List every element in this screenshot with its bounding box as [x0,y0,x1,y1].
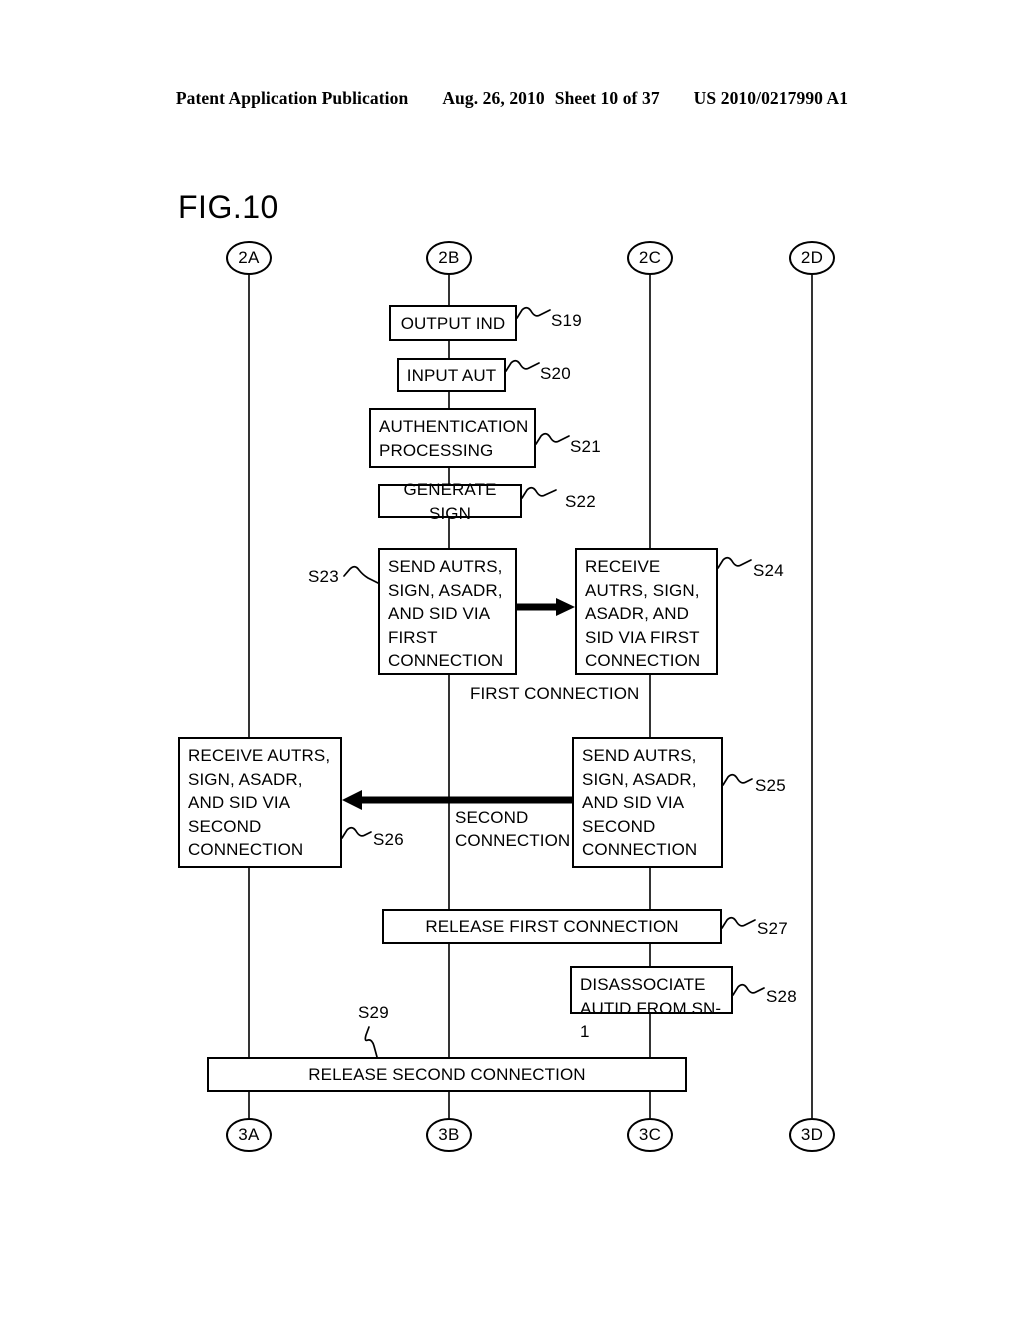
step-label-s24: S24 [753,561,784,580]
leader-s21 [535,432,570,445]
process-box-s26-line-4: SECOND [188,816,262,836]
process-box-s24-line-1: RECEIVE [585,557,661,576]
node-3a: 3A [226,1118,272,1152]
step-label-s23: S23 [308,567,339,586]
step-label-s25: S25 [755,776,786,795]
node-3c-label: 3C [638,1125,662,1144]
leader-s25 [722,773,753,786]
process-box-s22-text: GENERATE SIGN [403,480,497,523]
leader-s22 [521,486,557,499]
process-box-s26-line-3: AND SID VIA [188,793,291,812]
leader-s26 [341,826,372,839]
node-2c-label: 2C [638,248,662,267]
process-box-s26-line-5: CONNECTION [188,840,304,859]
process-box-s21: AUTHENTICATION PROCESSING [369,408,536,468]
process-box-s23: SEND AUTRS, SIGN, ASADR, AND SID VIA FIR… [378,548,517,675]
step-label-s19: S19 [551,311,582,330]
process-box-s27-text: RELEASE FIRST CONNECTION [425,917,679,937]
process-box-s23-line-2: SIGN, ASADR, [388,580,503,600]
leader-s27 [721,916,756,929]
arrow-first-connection [517,598,575,616]
process-box-s25-line-5: CONNECTION [582,840,698,859]
leader-s23 [343,565,379,584]
process-box-s29-text: RELEASE SECOND CONNECTION [308,1065,586,1085]
node-2d-label: 2D [800,248,824,267]
process-box-s24-line-4: SID VIA FIRST [585,627,700,647]
process-box-s19: OUTPUT IND [389,305,517,341]
step-label-s20: S20 [540,364,571,383]
step-label-s28: S28 [766,987,797,1006]
caption-first-connection: FIRST CONNECTION [470,684,640,703]
step-label-s22: S22 [565,492,596,511]
node-2a-label: 2A [238,248,260,267]
process-box-s28: DISASSOCIATE AUTID FROM SN-1 [570,966,733,1041]
leader-s19 [516,306,551,319]
process-box-s25: SEND AUTRS, SIGN, ASADR, AND SID VIA SEC… [572,737,723,868]
figure-title: FIG.10 [178,189,279,225]
process-box-s28-line-1: DISASSOCIATE [580,975,706,994]
node-2d: 2D [789,241,835,275]
node-3a-label: 3A [238,1125,260,1144]
process-box-s25-line-4: SECOND [582,816,656,836]
process-box-s25-line-2: SIGN, ASADR, [582,769,697,789]
node-3d-label: 3D [800,1125,824,1144]
step-label-s29: S29 [358,1003,389,1022]
node-3b-label: 3B [438,1125,460,1144]
process-box-s25-line-3: AND SID VIA [582,793,685,812]
leader-s28 [732,983,765,996]
step-label-s27: S27 [757,919,788,938]
figure-10-diagram: FIG.10 2A 2B 2C 2D 3A 3B 3C 3D OUTPUT IN… [0,0,1024,1320]
process-box-s23-line-3: AND SID VIA [388,604,491,623]
process-box-s24-line-5: CONNECTION [585,651,701,670]
process-box-s24: RECEIVE AUTRS, SIGN, ASADR, AND SID VIA … [575,548,718,675]
process-box-s19-text: OUTPUT IND [400,313,506,333]
process-box-s28-line-2: AUTID FROM SN-1 [580,998,722,1042]
node-2a: 2A [226,241,272,275]
process-box-s22: GENERATE SIGN [378,480,522,523]
node-2b: 2B [426,241,472,275]
process-box-s24-line-3: ASADR, AND [585,604,689,623]
process-box-s24-line-2: AUTRS, SIGN, [585,580,700,600]
process-box-s20-text: INPUT AUT [406,365,497,385]
process-box-s26-line-1: RECEIVE AUTRS, [188,746,331,765]
caption-second-connection-line-2: CONNECTION [455,831,571,850]
step-label-s21: S21 [570,437,601,456]
process-box-s23-line-5: CONNECTION [388,651,504,670]
leader-s24 [717,556,752,569]
caption-second-connection-line-1: SECOND [455,808,529,827]
process-box-s25-line-1: SEND AUTRS, [582,746,697,765]
process-box-s23-line-1: SEND AUTRS, [388,557,503,576]
node-3c: 3C [627,1118,673,1152]
node-3b: 3B [426,1118,472,1152]
leader-s20 [505,359,540,372]
node-3d: 3D [789,1118,835,1152]
caption-second-connection: SECOND CONNECTION [455,806,570,852]
process-box-s21-line-1: AUTHENTICATION [379,417,529,436]
leader-s29 [364,1026,378,1058]
process-box-s20: INPUT AUT [397,358,506,392]
process-box-s26-line-2: SIGN, ASADR, [188,769,303,789]
step-label-s26: S26 [373,830,404,849]
process-box-s23-line-4: FIRST [388,627,438,647]
process-box-s29: RELEASE SECOND CONNECTION [207,1057,687,1092]
node-2b-label: 2B [438,248,460,267]
node-2c: 2C [627,241,673,275]
process-box-s27: RELEASE FIRST CONNECTION [382,909,722,944]
process-box-s26: RECEIVE AUTRS, SIGN, ASADR, AND SID VIA … [178,737,342,868]
process-box-s21-line-2: PROCESSING [379,440,494,460]
